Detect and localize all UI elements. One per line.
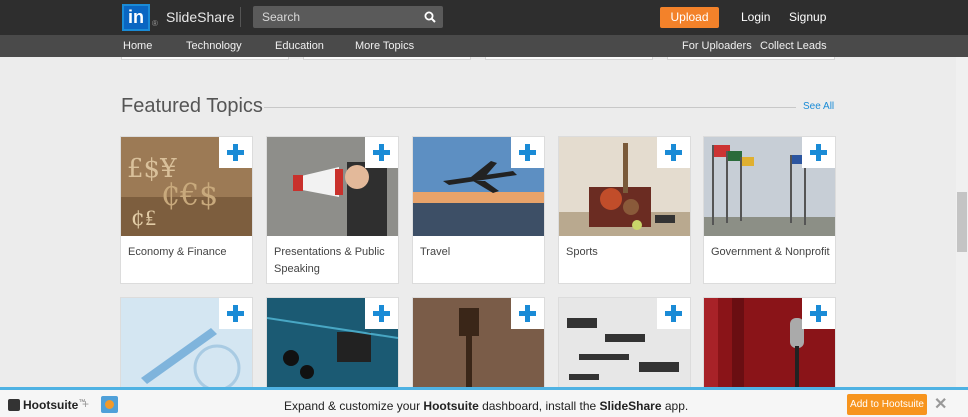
nav-technology[interactable]: Technology [186, 40, 242, 52]
add-to-hootsuite-button[interactable]: Add to Hootsuite [847, 394, 927, 415]
topic-card-news[interactable] [559, 298, 690, 397]
search-icon[interactable] [424, 11, 436, 23]
nav-home[interactable]: Home [123, 40, 152, 52]
topic-label: Presentations & Public Speaking [274, 246, 385, 275]
scrollbar-thumb[interactable] [957, 192, 967, 252]
upload-button[interactable]: Upload [660, 7, 719, 28]
topic-card-presentations[interactable]: Presentations & Public Speaking [267, 137, 398, 283]
add-topic-plus-icon[interactable] [511, 298, 544, 329]
search-box [253, 6, 443, 28]
brand-divider [240, 7, 241, 27]
hootsuite-owl-icon [8, 399, 20, 411]
partial-card [121, 57, 289, 60]
topic-card-entertainment[interactable] [704, 298, 835, 397]
topic-card-economy[interactable]: £$¥ ₵€$ ¢₤ Economy & Finance [121, 137, 252, 283]
partial-card [303, 57, 471, 60]
slideshare-app-icon [101, 396, 118, 413]
add-topic-plus-icon[interactable] [219, 137, 252, 168]
topic-card-sports[interactable]: Sports [559, 137, 690, 283]
topic-card-travel[interactable]: Travel [413, 137, 544, 283]
topic-card-law[interactable] [413, 298, 544, 397]
svg-text:₵€$: ₵€$ [161, 178, 218, 213]
hootsuite-banner: Hootsuite™ + Expand & customize your Hoo… [0, 387, 968, 417]
topic-card-technology[interactable] [267, 298, 398, 397]
plus-icon: + [82, 397, 90, 411]
add-topic-plus-icon[interactable] [365, 137, 398, 168]
nav-for-uploaders[interactable]: For Uploaders [682, 40, 752, 52]
search-input[interactable] [253, 6, 418, 28]
top-bar: in ® SlideShare Upload Login Signup [0, 0, 968, 35]
signup-link[interactable]: Signup [789, 10, 826, 24]
linkedin-logo[interactable]: in [122, 4, 150, 31]
svg-text:¢₤: ¢₤ [131, 206, 156, 231]
hootsuite-logo: Hootsuite™ [23, 398, 86, 412]
see-all-link[interactable]: See All [803, 101, 834, 112]
topic-label: Economy & Finance [128, 246, 227, 258]
close-icon[interactable]: ✕ [934, 394, 947, 414]
section-title: Featured Topics [121, 95, 263, 117]
nav-bar: Home Technology Education More Topics Fo… [0, 35, 968, 57]
topic-label: Travel [420, 246, 451, 258]
login-link[interactable]: Login [741, 10, 770, 24]
add-topic-plus-icon[interactable] [511, 137, 544, 168]
topic-label: Government & Nonprofit [711, 246, 830, 258]
add-topic-plus-icon[interactable] [657, 298, 690, 329]
topic-card-government[interactable]: Government & Nonprofit [704, 137, 835, 283]
registered-mark: ® [152, 19, 158, 28]
add-topic-plus-icon[interactable] [219, 298, 252, 329]
add-topic-plus-icon[interactable] [365, 298, 398, 329]
section-divider [264, 107, 796, 108]
add-topic-plus-icon[interactable] [802, 298, 835, 329]
add-topic-plus-icon[interactable] [657, 137, 690, 168]
partial-card [667, 57, 835, 60]
brand-name[interactable]: SlideShare [166, 9, 235, 25]
partial-card [485, 57, 653, 60]
nav-more-topics[interactable]: More Topics [355, 40, 414, 52]
hootsuite-message: Expand & customize your Hootsuite dashbo… [284, 399, 689, 413]
nav-education[interactable]: Education [275, 40, 324, 52]
add-topic-plus-icon[interactable] [802, 137, 835, 168]
nav-collect-leads[interactable]: Collect Leads [760, 40, 827, 52]
topic-label: Sports [566, 246, 598, 258]
topic-card-science[interactable] [121, 298, 252, 397]
